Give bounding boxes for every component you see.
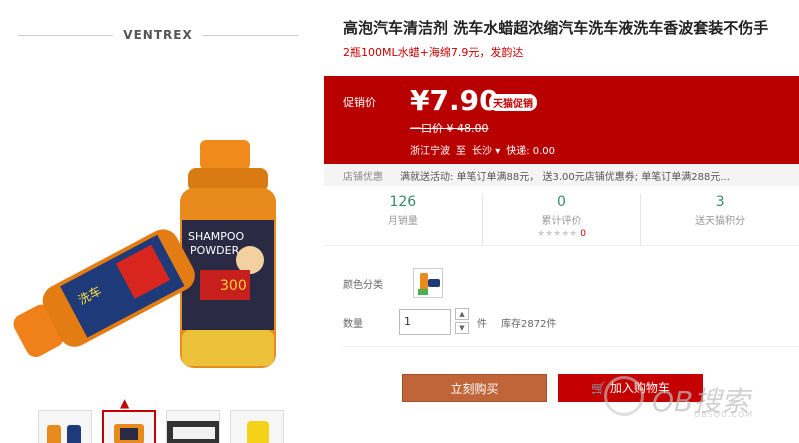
thumbnail-image <box>167 421 219 443</box>
quantity-input[interactable]: 1 <box>399 309 451 335</box>
swatch-image <box>418 273 440 295</box>
promo-price: ¥7.90 <box>410 84 499 117</box>
discount-text[interactable]: 满就送活动: 单笔订单满88元， 送3.00元店铺优惠券; 单笔订单满288元.… <box>400 168 730 183</box>
thumbnail-image <box>47 425 81 443</box>
brand-name: VENTREX <box>123 28 193 42</box>
quantity-unit: 件 <box>477 318 487 330</box>
stat-reviews[interactable]: 0 累计评价 ★★★★★ 0 <box>481 194 641 245</box>
ship-to-value: 长沙 <box>472 146 492 157</box>
main-product-image[interactable]: SHAMPOO POWDER 300 洗车 <box>10 110 310 390</box>
stat-number: 3 <box>715 194 725 210</box>
svg-text:POWDER: POWDER <box>190 244 240 257</box>
stat-monthly-sales: 126 月销量 <box>324 194 482 245</box>
stat-label: 送天猫积分 <box>695 216 746 227</box>
rating-score: 0 <box>580 229 586 239</box>
stat-number: 0 <box>557 194 566 210</box>
ship-to-word: 至 <box>456 146 466 157</box>
thumbnail-image <box>247 421 269 443</box>
watermark-sub: OBSOU.COM <box>694 410 754 419</box>
thumbnail[interactable] <box>230 410 284 443</box>
thumbnail[interactable] <box>38 410 92 443</box>
stock-count: 库存2872件 <box>501 318 557 330</box>
increase-arrow-icon[interactable]: ▲ <box>455 308 469 320</box>
ship-to-select[interactable]: 长沙 ▾ <box>472 142 500 157</box>
watermark-logo-icon <box>604 376 644 416</box>
stats-row: 126 月销量 0 累计评价 ★★★★★ 0 3 送天猫积分 <box>324 194 799 246</box>
color-label: 颜色分类 <box>343 279 383 291</box>
product-subtitle: 2瓶100ML水蜡+海绵7.9元，发韵达 <box>343 46 524 59</box>
stat-number: 126 <box>389 194 417 210</box>
quantity-label: 数量 <box>343 318 363 330</box>
promo-badge: 天猫促销 <box>489 94 537 111</box>
quantity-row: 数量 1 ▲ ▼ 件 库存2872件 <box>343 308 556 336</box>
ship-from: 浙江宁波 <box>410 146 450 157</box>
divider <box>343 346 799 347</box>
thumbnail-strip <box>38 410 284 443</box>
watermark: OB搜索 OBSOU.COM <box>604 372 784 432</box>
stat-points: 3 送天猫积分 <box>640 194 799 245</box>
svg-text:300: 300 <box>220 278 247 294</box>
star-icons: ★★★★★ <box>537 229 578 239</box>
gallery-up-arrow-icon[interactable]: ▲ <box>120 396 129 410</box>
divider <box>18 34 114 36</box>
svg-text:SHAMPOO: SHAMPOO <box>188 230 245 243</box>
divider <box>202 34 298 36</box>
ship-fee: 快递: 0.00 <box>506 146 556 157</box>
thumbnail-active[interactable] <box>102 410 156 443</box>
product-page: VENTREX SHAMPOO POWDER 300 洗车 ▲ 高泡汽车清洁剂 … <box>0 0 799 443</box>
discount-label: 店铺优惠 <box>343 171 383 183</box>
product-info: 高泡汽车清洁剂 洗车水蜡超浓缩汽车洗车液洗车香波套装不伤手 2瓶100ML水蜡+… <box>324 0 799 443</box>
stat-label: 累计评价 <box>541 216 582 227</box>
color-option-row: 颜色分类 <box>343 268 443 298</box>
brand-header: VENTREX <box>18 28 298 42</box>
chevron-down-icon: ▾ <box>495 146 501 157</box>
product-title: 高泡汽车清洁剂 洗车水蜡超浓缩汽车洗车液洗车香波套装不伤手 <box>343 19 769 37</box>
color-swatch[interactable] <box>413 268 443 298</box>
stat-label: 月销量 <box>387 216 418 227</box>
shop-discount-bar: 店铺优惠 满就送活动: 单笔订单满88元， 送3.00元店铺优惠券; 单笔订单满… <box>324 164 799 186</box>
gallery: VENTREX SHAMPOO POWDER 300 洗车 ▲ <box>0 0 320 443</box>
quantity-stepper: ▲ ▼ <box>455 308 469 336</box>
shipping-row: 浙江宁波 至 长沙 ▾ 快递: 0.00 <box>410 142 555 157</box>
thumbnail[interactable] <box>166 410 220 443</box>
price-panel: 促销价 ¥7.90 天猫促销 一口价 ¥ 48.00 浙江宁波 至 长沙 ▾ 快… <box>324 76 799 164</box>
thumbnail-image <box>114 424 144 443</box>
buy-now-button[interactable]: 立刻购买 <box>402 374 547 402</box>
rating-stars: ★★★★★ 0 <box>483 229 641 239</box>
decrease-arrow-icon[interactable]: ▼ <box>455 322 469 334</box>
price-label: 促销价 <box>343 96 376 109</box>
original-price: 一口价 ¥ 48.00 <box>410 122 489 135</box>
